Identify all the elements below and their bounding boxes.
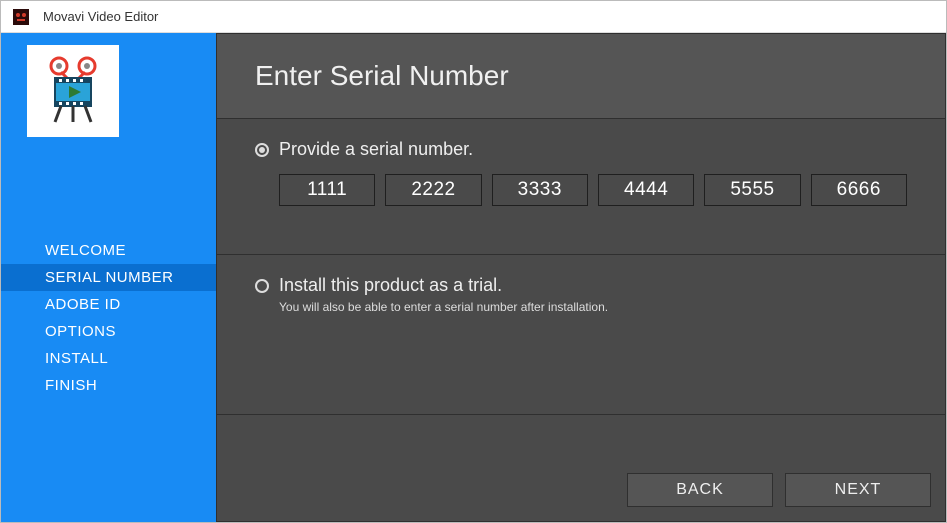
serial-field-4[interactable]: [598, 174, 694, 206]
serial-section: Provide a serial number.: [216, 119, 946, 255]
nav-install[interactable]: INSTALL: [1, 345, 216, 372]
sidebar: WELCOME SERIAL NUMBER ADOBE ID OPTIONS I…: [1, 33, 216, 522]
serial-radio-row[interactable]: Provide a serial number.: [255, 139, 907, 160]
footer: BACK NEXT: [216, 415, 946, 522]
page-title: Enter Serial Number: [255, 60, 945, 92]
serial-field-2[interactable]: [385, 174, 481, 206]
app-icon: [13, 9, 29, 25]
product-logo: [27, 45, 119, 137]
nav-adobe-id[interactable]: ADOBE ID: [1, 291, 216, 318]
serial-radio-label: Provide a serial number.: [279, 139, 473, 160]
serial-field-5[interactable]: [704, 174, 800, 206]
nav-serial-number[interactable]: SERIAL NUMBER: [1, 264, 216, 291]
page-header: Enter Serial Number: [216, 33, 946, 119]
nav-options[interactable]: OPTIONS: [1, 318, 216, 345]
radio-serial[interactable]: [255, 143, 269, 157]
trial-section: Install this product as a trial. You wil…: [216, 255, 946, 415]
step-nav: WELCOME SERIAL NUMBER ADOBE ID OPTIONS I…: [1, 237, 216, 399]
nav-finish[interactable]: FINISH: [1, 372, 216, 399]
next-button[interactable]: NEXT: [785, 473, 931, 507]
titlebar: Movavi Video Editor: [1, 1, 946, 33]
trial-radio-label: Install this product as a trial.: [279, 275, 502, 296]
trial-radio-row[interactable]: Install this product as a trial.: [255, 275, 907, 296]
serial-input-row: [279, 174, 907, 206]
body: WELCOME SERIAL NUMBER ADOBE ID OPTIONS I…: [1, 33, 946, 522]
serial-field-3[interactable]: [492, 174, 588, 206]
serial-field-1[interactable]: [279, 174, 375, 206]
radio-trial[interactable]: [255, 279, 269, 293]
installer-window: Movavi Video Editor: [0, 0, 947, 523]
main-panel: Enter Serial Number Provide a serial num…: [216, 33, 946, 522]
nav-welcome[interactable]: WELCOME: [1, 237, 216, 264]
trial-note: You will also be able to enter a serial …: [279, 300, 907, 314]
app-title: Movavi Video Editor: [43, 9, 158, 24]
serial-field-6[interactable]: [811, 174, 907, 206]
back-button[interactable]: BACK: [627, 473, 773, 507]
